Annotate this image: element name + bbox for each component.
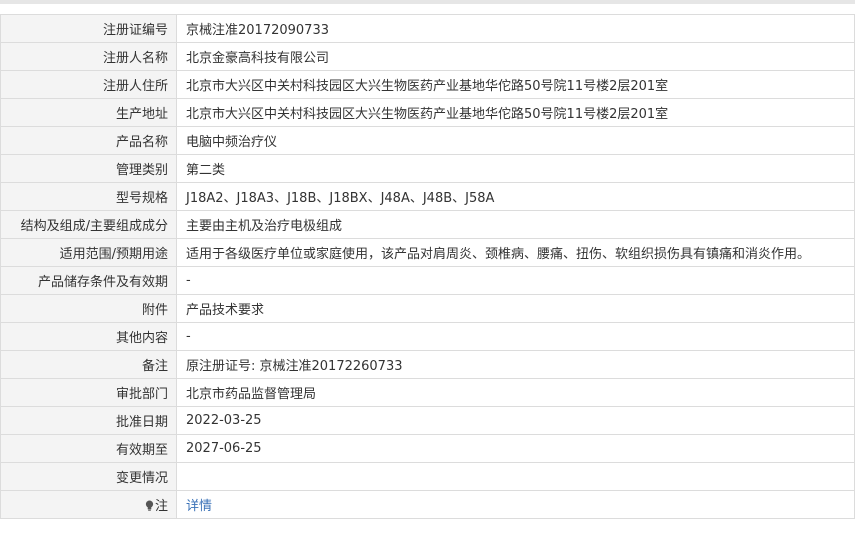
row-label: 有效期至 [0, 434, 177, 463]
table-row: 审批部门 北京市药品监督管理局 [0, 378, 855, 407]
registration-detail-table: 注册证编号 京械注准20172090733 注册人名称 北京金豪高科技有限公司 … [0, 14, 855, 519]
row-value [176, 462, 855, 491]
table-row: 备注 原注册证号: 京械注准20172260733 [0, 350, 855, 379]
note-row: 注 详情 [0, 490, 855, 519]
lightbulb-icon [145, 500, 154, 511]
table-row: 管理类别 第二类 [0, 154, 855, 183]
row-label: 注册人住所 [0, 70, 177, 99]
row-label: 生产地址 [0, 98, 177, 127]
note-value-cell: 详情 [176, 490, 855, 519]
row-label: 产品储存条件及有效期 [0, 266, 177, 295]
row-label: 注册人名称 [0, 42, 177, 71]
note-label: 注 [154, 499, 168, 514]
row-value: 京械注准20172090733 [176, 14, 855, 43]
table-row: 变更情况 [0, 462, 855, 491]
table-row: 注册人住所 北京市大兴区中关村科技园区大兴生物医药产业基地华佗路50号院11号楼… [0, 70, 855, 99]
table-row: 结构及组成/主要组成成分 主要由主机及治疗电极组成 [0, 210, 855, 239]
details-link[interactable]: 详情 [186, 499, 212, 514]
table-row: 产品名称 电脑中频治疗仪 [0, 126, 855, 155]
table-row: 适用范围/预期用途 适用于各级医疗单位或家庭使用，该产品对肩周炎、颈椎病、腰痛、… [0, 238, 855, 267]
row-value: 北京市药品监督管理局 [176, 378, 855, 407]
row-label: 管理类别 [0, 154, 177, 183]
table-row: 产品储存条件及有效期 - [0, 266, 855, 295]
row-label: 其他内容 [0, 322, 177, 351]
spacer [0, 4, 855, 14]
row-value: 电脑中频治疗仪 [176, 126, 855, 155]
row-value: - [176, 322, 855, 351]
row-value: J18A2、J18A3、J18B、J18BX、J48A、J48B、J58A [176, 182, 855, 211]
row-value: 产品技术要求 [176, 294, 855, 323]
table-row: 有效期至 2027-06-25 [0, 434, 855, 463]
row-label: 变更情况 [0, 462, 177, 491]
row-value: 北京市大兴区中关村科技园区大兴生物医药产业基地华佗路50号院11号楼2层201室 [176, 98, 855, 127]
row-value: - [176, 266, 855, 295]
row-label: 备注 [0, 350, 177, 379]
row-value: 主要由主机及治疗电极组成 [176, 210, 855, 239]
table-row: 其他内容 - [0, 322, 855, 351]
row-label: 附件 [0, 294, 177, 323]
row-value: 第二类 [176, 154, 855, 183]
row-value: 适用于各级医疗单位或家庭使用，该产品对肩周炎、颈椎病、腰痛、扭伤、软组织损伤具有… [176, 238, 855, 267]
row-label: 产品名称 [0, 126, 177, 155]
row-label: 适用范围/预期用途 [0, 238, 177, 267]
row-label: 审批部门 [0, 378, 177, 407]
table-row: 型号规格 J18A2、J18A3、J18B、J18BX、J48A、J48B、J5… [0, 182, 855, 211]
table-row: 注册人名称 北京金豪高科技有限公司 [0, 42, 855, 71]
row-value: 北京市大兴区中关村科技园区大兴生物医药产业基地华佗路50号院11号楼2层201室 [176, 70, 855, 99]
note-label-cell: 注 [0, 490, 177, 519]
row-value: 2027-06-25 [176, 434, 855, 463]
row-value: 原注册证号: 京械注准20172260733 [176, 350, 855, 379]
row-label: 型号规格 [0, 182, 177, 211]
row-label: 结构及组成/主要组成成分 [0, 210, 177, 239]
table-row: 生产地址 北京市大兴区中关村科技园区大兴生物医药产业基地华佗路50号院11号楼2… [0, 98, 855, 127]
table-row: 批准日期 2022-03-25 [0, 406, 855, 435]
row-label: 批准日期 [0, 406, 177, 435]
table-row: 附件 产品技术要求 [0, 294, 855, 323]
row-value: 北京金豪高科技有限公司 [176, 42, 855, 71]
row-label: 注册证编号 [0, 14, 177, 43]
row-value: 2022-03-25 [176, 406, 855, 435]
table-row: 注册证编号 京械注准20172090733 [0, 14, 855, 43]
